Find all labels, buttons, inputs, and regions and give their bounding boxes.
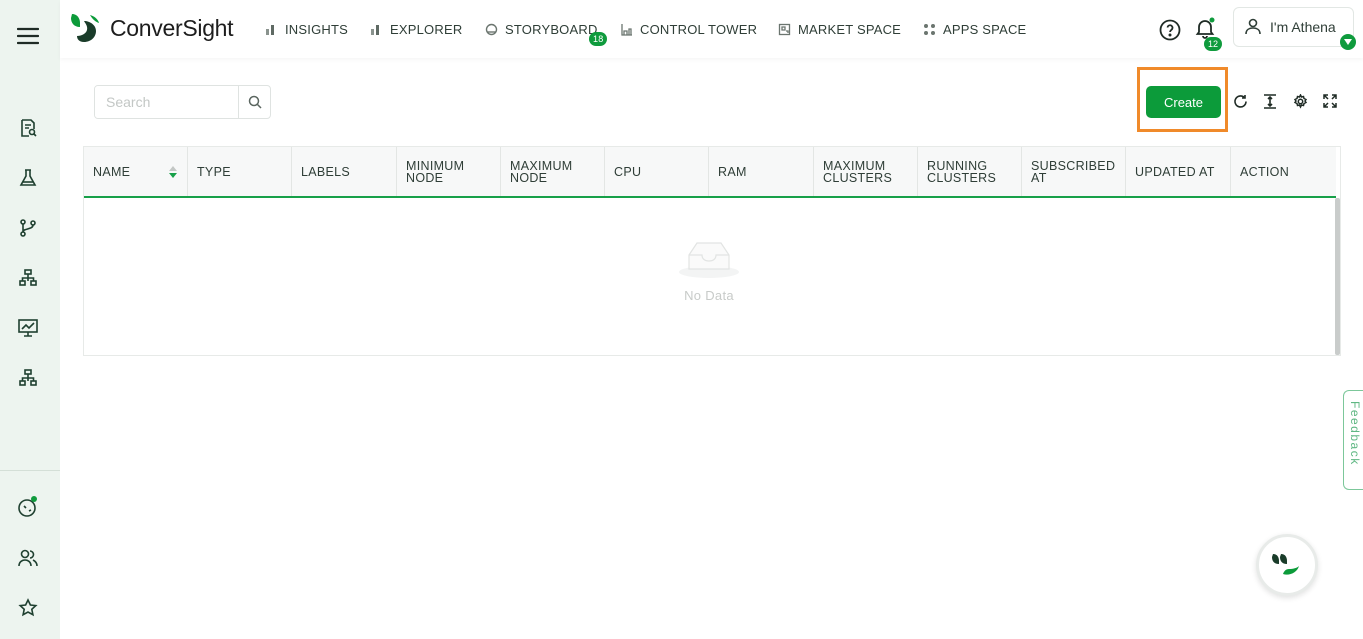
- column-header-maximum-node: MAXIMUM NODE: [501, 147, 605, 196]
- nav-storyboard-label: STORYBOARD: [505, 21, 598, 37]
- chat-assistant-button[interactable]: [1256, 534, 1318, 596]
- star-icon[interactable]: [14, 594, 42, 622]
- sidebar: [0, 0, 60, 639]
- clusters-table: NAME TYPE LABELS MINIMUM NODE MAXIMUM NO…: [83, 146, 1341, 356]
- nav-explorer-label: EXPLORER: [390, 21, 463, 37]
- flask-icon[interactable]: [14, 164, 42, 192]
- hierarchy-icon[interactable]: [14, 264, 42, 292]
- column-header-updated-at: UPDATED AT: [1126, 147, 1231, 196]
- chevron-down-icon: [1340, 34, 1356, 50]
- notifications-button[interactable]: 12: [1193, 16, 1223, 51]
- column-header-action: ACTION: [1240, 164, 1290, 179]
- table-header: NAME TYPE LABELS MINIMUM NODE MAXIMUM NO…: [84, 147, 1336, 198]
- column-header-labels: LABELS: [292, 147, 397, 196]
- tower-icon: [619, 22, 633, 36]
- settings-gear-icon[interactable]: [1292, 93, 1308, 109]
- hierarchy-icon[interactable]: [14, 364, 42, 392]
- users-icon[interactable]: [14, 544, 42, 572]
- nav-insights[interactable]: INSIGHTS: [264, 20, 348, 38]
- user-icon: [1244, 17, 1262, 38]
- column-header-subscribed-at: SUBSCRIBED AT: [1022, 147, 1126, 196]
- search-button[interactable]: [238, 86, 270, 118]
- branch-icon[interactable]: [14, 214, 42, 242]
- nav-explorer[interactable]: EXPLORER: [369, 20, 462, 38]
- search-input[interactable]: [95, 86, 238, 118]
- column-header-maximum-clusters: MAXIMUM CLUSTERS: [814, 147, 918, 196]
- nav-market-space[interactable]: MARKET SPACE: [777, 20, 901, 38]
- brand-logo[interactable]: ConverSight: [68, 10, 234, 46]
- apps-grid-icon: [922, 22, 936, 36]
- create-button[interactable]: Create: [1146, 86, 1221, 118]
- nav-apps-space[interactable]: APPS SPACE: [922, 20, 1026, 38]
- column-header-type: TYPE: [188, 147, 292, 196]
- brand-name: ConverSight: [110, 14, 234, 41]
- empty-state: No Data: [644, 239, 774, 303]
- nav-storyboard[interactable]: STORYBOARD 18: [484, 20, 608, 46]
- nav-insights-label: INSIGHTS: [285, 21, 348, 37]
- empty-inbox-icon: [679, 242, 739, 278]
- column-header-cpu: CPU: [605, 147, 709, 196]
- feedback-label: Feedback: [1348, 401, 1362, 466]
- bar-chart-icon: [264, 22, 278, 36]
- top-header: ConverSight INSIGHTS EXPLORER STORYBOARD…: [60, 0, 1363, 58]
- sort-icon[interactable]: [169, 166, 177, 178]
- search-box: [94, 85, 271, 119]
- report-search-icon[interactable]: [14, 114, 42, 142]
- user-menu-button[interactable]: I'm Athena: [1233, 7, 1356, 50]
- column-height-icon[interactable]: [1262, 93, 1278, 109]
- column-header-minimum-node: MINIMUM NODE: [397, 147, 501, 196]
- column-header-running-clusters: RUNNING CLUSTERS: [918, 147, 1022, 196]
- nav-apps-space-label: APPS SPACE: [943, 21, 1027, 37]
- sidebar-divider: [0, 470, 60, 471]
- search-icon: [248, 95, 262, 109]
- storyboard-icon: [484, 22, 498, 36]
- table-scrollbar[interactable]: [1335, 198, 1340, 355]
- user-label: I'm Athena: [1270, 19, 1336, 35]
- market-icon: [777, 22, 791, 36]
- nav-market-space-label: MARKET SPACE: [798, 21, 902, 37]
- refresh-icon[interactable]: [1232, 93, 1248, 109]
- hamburger-menu-icon[interactable]: [14, 22, 42, 50]
- conversight-logo-icon: [71, 14, 99, 42]
- fullscreen-icon[interactable]: [1322, 93, 1338, 109]
- presentation-chart-icon[interactable]: [14, 314, 42, 342]
- nav-control-tower[interactable]: CONTROL TOWER: [619, 20, 757, 38]
- nav-control-tower-label: CONTROL TOWER: [640, 21, 758, 37]
- empty-state-text: No Data: [684, 288, 734, 303]
- column-header-ram: RAM: [709, 147, 814, 196]
- assistant-status-icon[interactable]: [14, 493, 42, 521]
- bar-chart-icon: [369, 22, 383, 36]
- storyboard-count-badge: 18: [589, 32, 608, 46]
- conversight-assistant-icon: [1272, 554, 1299, 575]
- notification-count-badge: 12: [1204, 37, 1223, 51]
- help-icon[interactable]: [1158, 18, 1182, 42]
- feedback-tab[interactable]: Feedback: [1343, 390, 1363, 490]
- column-header-name[interactable]: NAME: [84, 147, 188, 196]
